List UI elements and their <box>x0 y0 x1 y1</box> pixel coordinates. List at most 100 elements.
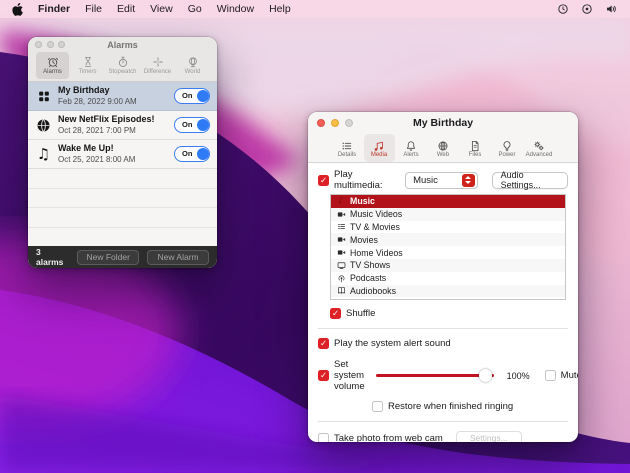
tab-details[interactable]: Details <box>332 134 363 162</box>
audio-settings-button[interactable]: Audio Settings... <box>492 172 568 189</box>
alarm-name: Wake Me Up! <box>58 143 168 154</box>
tab-timers[interactable]: Timers <box>71 52 104 79</box>
tab-label: Advanced <box>526 152 553 158</box>
list-item-podcasts[interactable]: Podcasts <box>331 272 565 285</box>
toggle-knob <box>197 119 209 131</box>
toggle-label: On <box>182 120 192 129</box>
webcam-checkbox[interactable] <box>318 433 329 443</box>
alarms-window: Alarms Alarms Timers Stopwatch Differenc… <box>28 37 217 268</box>
video-camera-icon <box>337 248 346 257</box>
list-item-label: Podcasts <box>350 273 386 283</box>
list-item-home-videos[interactable]: Home Videos <box>331 246 565 259</box>
new-alarm-button[interactable]: New Alarm <box>147 250 209 265</box>
list-item-movies[interactable]: Movies <box>331 233 565 246</box>
tab-label: Difference <box>144 69 171 75</box>
menu-bar: Finder File Edit View Go Window Help <box>0 0 630 18</box>
menu-item-view[interactable]: View <box>150 3 173 15</box>
birthday-toolbar: Details Media Alerts Web Files Power Adv… <box>308 134 578 163</box>
media-music-icon <box>373 140 385 152</box>
menu-item-finder[interactable]: Finder <box>38 3 70 15</box>
volume-percent: 100% <box>507 371 530 381</box>
video-camera-icon <box>337 210 346 219</box>
list-item-label: Audiobooks <box>350 286 396 296</box>
alarm-toggle[interactable]: On <box>174 117 210 133</box>
tab-label: Alerts <box>403 152 418 158</box>
webcam-settings-button: Settings... <box>456 431 522 442</box>
alarm-toggle[interactable]: On <box>174 88 210 104</box>
window-title: My Birthday <box>308 117 578 129</box>
list-item-music[interactable]: ♪ Music <box>331 195 565 208</box>
set-volume-checkbox[interactable]: ✓ <box>318 370 329 381</box>
restore-label: Restore when finished ringing <box>388 401 513 412</box>
volume-slider[interactable] <box>376 369 494 382</box>
menu-item-help[interactable]: Help <box>269 3 291 15</box>
alarm-datetime: Oct 28, 2021 7:00 PM <box>58 126 168 136</box>
tab-power[interactable]: Power <box>492 134 523 162</box>
empty-list-row <box>28 208 217 228</box>
alert-sound-checkbox[interactable]: ✓ <box>318 338 329 349</box>
list-item-music-videos[interactable]: Music Videos <box>331 208 565 221</box>
tab-advanced[interactable]: Advanced <box>524 134 555 162</box>
toggle-knob <box>197 148 209 160</box>
list-item-tv-shows[interactable]: TV Shows <box>331 259 565 272</box>
my-birthday-window: My Birthday Details Media Alerts Web Fil… <box>308 112 578 442</box>
list-item-tv-movies[interactable]: TV & Movies <box>331 221 565 234</box>
alarm-row-my-birthday[interactable]: My Birthday Feb 28, 2022 9:00 AM On <box>28 82 217 111</box>
alarm-clock-icon <box>47 56 59 68</box>
chevron-up-down-icon <box>462 174 475 187</box>
podcast-icon <box>337 274 346 283</box>
muted-checkbox[interactable] <box>545 370 556 381</box>
alarms-titlebar[interactable]: Alarms <box>28 37 217 52</box>
world-icon <box>187 56 199 68</box>
alarm-row-wake-me-up[interactable]: ♫ Wake Me Up! Oct 25, 2021 8:00 AM On <box>28 140 217 169</box>
alarms-toolbar: Alarms Timers Stopwatch Difference World <box>28 52 217 82</box>
tab-files[interactable]: Files <box>460 134 491 162</box>
screen-record-icon[interactable] <box>581 3 593 15</box>
alarm-toggle[interactable]: On <box>174 146 210 162</box>
stopwatch-icon <box>117 56 129 68</box>
alarm-name: My Birthday <box>58 85 168 96</box>
list-item-label: Music <box>350 196 375 206</box>
toggle-label: On <box>182 149 192 158</box>
tab-alarms[interactable]: Alarms <box>36 52 69 79</box>
book-icon <box>337 286 346 295</box>
alarm-name: New NetFlix Episodes! <box>58 114 168 125</box>
menu-item-go[interactable]: Go <box>188 3 202 15</box>
play-multimedia-label: Play multimedia: <box>334 169 396 191</box>
tab-media[interactable]: Media <box>364 134 395 162</box>
media-source-select[interactable]: Music <box>405 172 477 189</box>
menu-item-file[interactable]: File <box>85 3 102 15</box>
alarms-bottom-bar: 3 alarms New Folder New Alarm <box>28 246 217 268</box>
tab-label: Power <box>498 152 515 158</box>
tab-world[interactable]: World <box>176 52 209 79</box>
gears-icon <box>533 140 545 152</box>
bell-icon <box>405 140 417 152</box>
menu-item-edit[interactable]: Edit <box>117 3 135 15</box>
shuffle-checkbox[interactable]: ✓ <box>330 308 341 319</box>
hourglass-icon <box>82 56 94 68</box>
difference-icon <box>152 56 164 68</box>
tab-alerts[interactable]: Alerts <box>396 134 427 162</box>
birthday-titlebar[interactable]: My Birthday <box>308 112 578 134</box>
menu-item-window[interactable]: Window <box>217 3 254 15</box>
alarm-row-netflix[interactable]: New NetFlix Episodes! Oct 28, 2021 7:00 … <box>28 111 217 140</box>
restore-checkbox[interactable] <box>372 401 383 412</box>
alarm-datetime: Feb 28, 2022 9:00 AM <box>58 97 168 107</box>
tab-label: Stopwatch <box>108 69 136 75</box>
clock-icon[interactable] <box>557 3 569 15</box>
volume-icon[interactable] <box>605 3 618 15</box>
apple-menu[interactable] <box>12 3 23 16</box>
alert-sound-label: Play the system alert sound <box>334 338 451 349</box>
tab-web[interactable]: Web <box>428 134 459 162</box>
list-item-audiobooks[interactable]: Audiobooks <box>331 285 565 298</box>
play-multimedia-checkbox[interactable]: ✓ <box>318 175 329 186</box>
grid-dots-icon <box>37 89 51 103</box>
web-globe-icon <box>437 140 449 152</box>
tv-icon <box>337 261 346 270</box>
slider-thumb[interactable] <box>479 369 492 382</box>
tab-stopwatch[interactable]: Stopwatch <box>106 52 139 79</box>
new-folder-button[interactable]: New Folder <box>77 250 139 265</box>
tab-label: Timers <box>78 69 96 75</box>
tab-difference[interactable]: Difference <box>141 52 174 79</box>
alarm-count-status: 3 alarms <box>36 247 69 267</box>
